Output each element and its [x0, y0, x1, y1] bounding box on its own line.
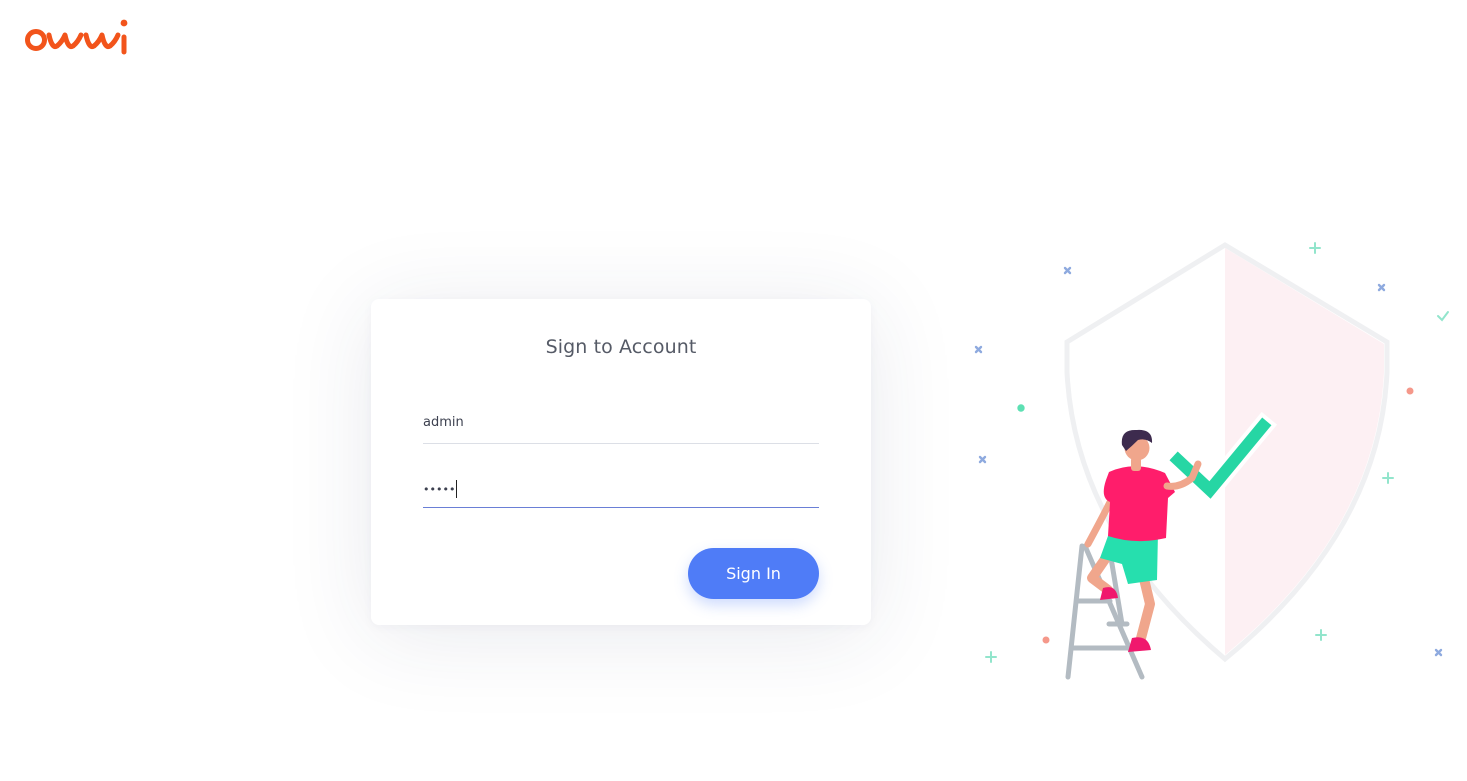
- security-shield-illustration: [960, 232, 1467, 692]
- login-title: Sign to Account: [545, 336, 697, 358]
- password-value: •••••: [423, 480, 458, 499]
- sign-in-button[interactable]: Sign In: [688, 548, 819, 599]
- login-page: Sign to Account admin ••••• Sign In: [0, 0, 1467, 781]
- username-value: admin: [423, 415, 464, 430]
- password-field[interactable]: •••••: [423, 477, 819, 508]
- username-field[interactable]: admin: [423, 413, 819, 444]
- login-card: Sign to Account admin ••••• Sign In: [371, 299, 871, 625]
- brand-logo[interactable]: [24, 16, 130, 60]
- text-caret: [456, 480, 458, 498]
